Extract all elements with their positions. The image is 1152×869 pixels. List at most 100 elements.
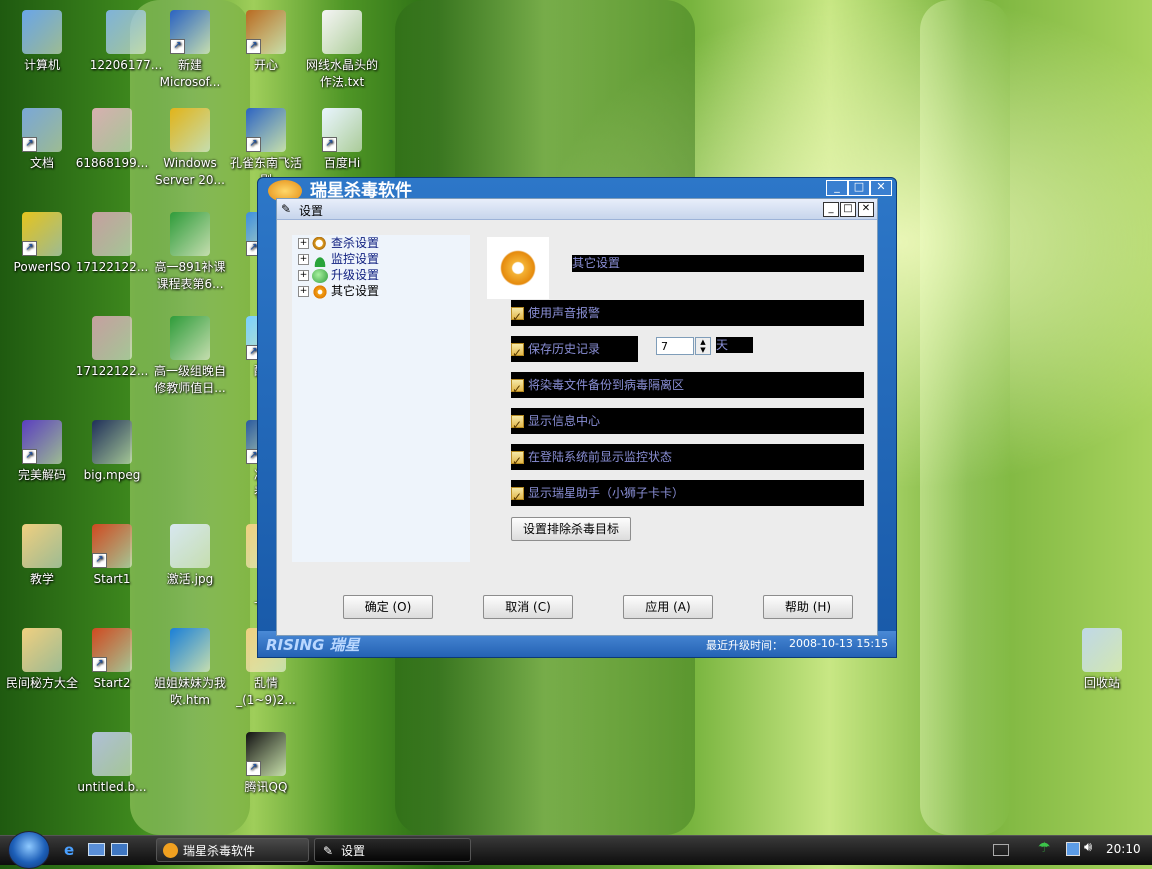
checkbox[interactable] [511, 340, 524, 366]
expand-plus-icon[interactable]: + [298, 286, 309, 297]
dialog-minimize-button[interactable]: _ [823, 202, 839, 217]
expand-plus-icon[interactable]: + [298, 270, 309, 281]
dialog-close-button[interactable]: ✕ [858, 202, 874, 217]
history-days-input[interactable]: 7 [656, 337, 694, 355]
tree-item-other-settings[interactable]: + 其它设置 [298, 283, 379, 299]
taskbar-item-settings[interactable]: ✎ 设置 [314, 838, 471, 862]
shortcut-arrow-icon: ↗ [22, 137, 37, 152]
option-rising-assistant[interactable]: 显示瑞星助手（小狮子卡卡） [511, 480, 864, 510]
desktop-quicklaunch-icon[interactable] [88, 843, 105, 856]
expand-plus-icon[interactable]: + [298, 254, 309, 265]
section-icon-box [487, 237, 549, 299]
history-days-unit: 天 [716, 337, 753, 353]
desktop-icon[interactable]: 网线水晶头的 作法.txt [300, 10, 384, 91]
desktop-icon[interactable]: ↗ Start1 [70, 524, 154, 588]
keyboard-tray-icon[interactable] [993, 844, 1009, 856]
desktop-icon[interactable]: 激活.jpg [148, 524, 232, 588]
desktop-icon-label: 腾讯QQ [244, 780, 288, 794]
shortcut-arrow-icon: ↗ [22, 241, 37, 256]
file-icon [22, 10, 62, 54]
rising-maximize-button[interactable]: □ [848, 180, 870, 196]
desktop-icon[interactable]: 回收站 [1060, 628, 1144, 692]
desktop-icon-label: 姐姐妹妹为我 吹.htm [153, 676, 226, 707]
file-icon [92, 108, 132, 152]
desktop-icon-label: 回收站 [1083, 676, 1120, 690]
desktop-icon-label: 激活.jpg [166, 572, 214, 586]
volume-tray-icon[interactable]: 🔊︎ [1084, 840, 1092, 855]
file-icon: ↗ [170, 10, 210, 54]
desktop-icon[interactable]: big.mpeg [70, 420, 154, 484]
exclude-target-button[interactable]: 设置排除杀毒目标 [511, 517, 631, 541]
tree-item-label: 监控设置 [331, 252, 380, 266]
desktop-icon[interactable]: 61868199... [70, 108, 154, 172]
shortcut-arrow-icon: ↗ [246, 39, 261, 54]
option-label: 保存历史记录 [528, 342, 601, 356]
rising-close-button[interactable]: ✕ [870, 180, 892, 196]
desktop-icon-label: 网线水晶头的 作法.txt [305, 58, 378, 89]
option-save-history[interactable]: 保存历史记录 [511, 336, 638, 366]
checkbox[interactable] [511, 484, 524, 510]
start-orb-icon[interactable] [8, 831, 50, 869]
desktop-icon[interactable]: 高一级组晚自 修教师值日... [148, 316, 232, 397]
rising-window-title: 瑞星杀毒软件 [310, 181, 412, 200]
desktop-icon[interactable]: ↗ 新建 Microsof... [148, 10, 232, 91]
desktop-icon[interactable]: 姐姐妹妹为我 吹.htm [148, 628, 232, 709]
file-icon: ↗ [92, 524, 132, 568]
history-days-spinner[interactable]: ▲ ▼ [695, 337, 711, 355]
apply-button[interactable]: 应用 (A) [623, 595, 713, 619]
desktop-icon-label: 17122122... [75, 260, 149, 274]
tree-item-label: 查杀设置 [331, 236, 380, 250]
desktop-icon-label: big.mpeg [83, 468, 141, 482]
ok-button[interactable]: 确定 (O) [343, 595, 433, 619]
file-icon: ↗ [322, 108, 362, 152]
globe-update-icon [312, 268, 328, 283]
network-tray-icon[interactable] [1066, 842, 1080, 856]
file-icon: ↗ [22, 420, 62, 464]
help-button[interactable]: 帮助 (H) [763, 595, 853, 619]
settings-dialog[interactable]: ✎ 设置 _ □ ✕ + 查杀设置 + 监控设置 + 升级设置 + 其它设置 其它设置 … [276, 198, 878, 636]
desktop-icon-label: Windows Server 20... [155, 156, 225, 187]
tree-item-label: 升级设置 [331, 268, 380, 282]
clock[interactable]: 20:10 [1106, 842, 1141, 856]
expand-plus-icon[interactable]: + [298, 238, 309, 249]
desktop-icon[interactable]: Windows Server 20... [148, 108, 232, 189]
tree-item-scan-settings[interactable]: + 查杀设置 [298, 235, 379, 251]
rising-brand-logo: RISING 瑞星 [266, 636, 360, 654]
tree-item-update-settings[interactable]: + 升级设置 [298, 267, 379, 283]
desktop-icon[interactable]: 高一891补课 课程表第6... [148, 212, 232, 293]
checkbox[interactable] [511, 376, 524, 402]
option-sound-alarm[interactable]: 使用声音报警 [511, 300, 864, 330]
file-icon [106, 10, 146, 54]
switch-windows-icon[interactable] [111, 843, 128, 856]
desktop-icon[interactable]: untitled.b... [70, 732, 154, 796]
rising-minimize-button[interactable]: _ [826, 180, 848, 196]
desktop-icon[interactable]: ↗ Start2 [70, 628, 154, 692]
desktop-icon[interactable]: ↗ 百度Hi [300, 108, 384, 172]
option-label: 在登陆系统前显示监控状态 [528, 450, 673, 464]
ie-quicklaunch-icon[interactable]: e [64, 841, 74, 859]
shortcut-arrow-icon: ↗ [170, 39, 185, 54]
rising-lion-icon [163, 843, 178, 858]
desktop-icon[interactable]: 17122122... [70, 316, 154, 380]
tree-item-label: 其它设置 [331, 284, 380, 298]
desktop-icon[interactable]: 计算机 [0, 10, 84, 74]
checkbox[interactable] [511, 412, 524, 438]
taskbar-item-rising[interactable]: 瑞星杀毒软件 [156, 838, 309, 862]
file-icon: ↗ [246, 10, 286, 54]
desktop-icon-label: 高一891补课 课程表第6... [154, 260, 226, 291]
desktop-icon[interactable]: ↗ 腾讯QQ [224, 732, 308, 796]
option-monitor-before-login[interactable]: 在登陆系统前显示监控状态 [511, 444, 864, 474]
desktop-icon-label: 百度Hi [323, 156, 361, 170]
option-info-center[interactable]: 显示信息中心 [511, 408, 864, 438]
checkbox[interactable] [511, 448, 524, 474]
tree-item-monitor-settings[interactable]: + 监控设置 [298, 251, 379, 267]
settings-dialog-titlebar[interactable]: ✎ 设置 _ □ ✕ [277, 199, 877, 220]
cancel-button[interactable]: 取消 (C) [483, 595, 573, 619]
rising-monitor-tray-icon[interactable]: ☂ [1038, 840, 1051, 856]
desktop-icon[interactable]: ↗ 开心 [224, 10, 308, 74]
desktop-icon[interactable]: 17122122... [70, 212, 154, 276]
option-backup-infected[interactable]: 将染毒文件备份到病毒隔离区 [511, 372, 864, 402]
checkbox[interactable] [511, 304, 524, 330]
file-icon [170, 524, 210, 568]
dialog-maximize-button[interactable]: □ [840, 202, 856, 217]
